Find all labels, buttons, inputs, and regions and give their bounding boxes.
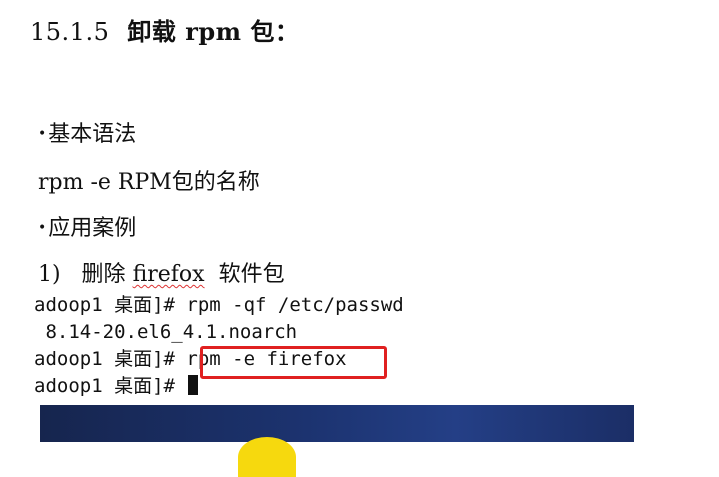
case-1-package: firefox xyxy=(132,262,205,287)
desktop-background xyxy=(40,405,634,442)
application-cases-label: 应用案例 xyxy=(48,216,137,241)
section-number: 15.1.5 xyxy=(30,18,110,46)
section-heading: 15.1.5 卸载 rpm 包： xyxy=(30,12,299,47)
case-1-prefix: 1) 删除 xyxy=(38,262,133,287)
terminal-line: adoop1 桌面]# rpm -qf /etc/passwd xyxy=(34,294,404,316)
terminal-cursor xyxy=(188,375,199,395)
desktop-sun-graphic xyxy=(238,437,296,477)
case-1: 1) 删除 firefox 软件包 xyxy=(38,256,285,288)
bullet-application-cases: •应用案例 xyxy=(38,210,136,242)
terminal-line: 8.14-20.el6_4.1.noarch xyxy=(34,321,298,343)
command-highlight-box xyxy=(200,346,387,379)
section-title: 卸载 rpm 包： xyxy=(127,17,300,46)
bullet-basic-syntax: •基本语法 xyxy=(38,116,136,148)
syntax-line: rpm -e RPM包的名称 xyxy=(38,170,260,195)
terminal-prompt-text: adoop1 桌面]# xyxy=(34,375,187,397)
case-1-suffix: 软件包 xyxy=(204,262,285,287)
bullet-icon: • xyxy=(38,220,47,236)
basic-syntax-label: 基本语法 xyxy=(48,122,137,147)
bullet-icon: • xyxy=(38,126,47,142)
